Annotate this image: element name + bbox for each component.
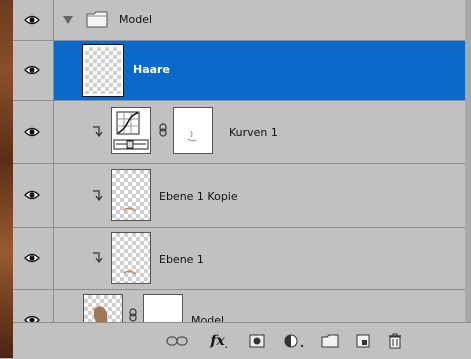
link-chain-icon[interactable] bbox=[129, 308, 137, 322]
layer-thumbnail[interactable] bbox=[82, 44, 124, 97]
eye-icon bbox=[24, 15, 40, 25]
clipping-arrow-icon bbox=[93, 190, 103, 201]
triangle-down-icon[interactable] bbox=[63, 16, 73, 24]
layer-row-model[interactable]: Model bbox=[13, 290, 471, 322]
eye-icon bbox=[24, 190, 40, 200]
layer-mask-thumbnail[interactable] bbox=[173, 107, 213, 154]
eye-icon bbox=[24, 315, 40, 322]
layer-row-group-model[interactable]: Model bbox=[13, 0, 471, 41]
scrollbar[interactable] bbox=[465, 0, 471, 322]
adjustment-layer-icon[interactable] bbox=[281, 333, 307, 349]
layers-panel: Model Haare Kurven 1 Ebene 1 Kopie Ebene… bbox=[13, 0, 471, 359]
eye-icon bbox=[24, 253, 40, 263]
new-layer-icon[interactable] bbox=[353, 333, 373, 349]
layer-row-ebene[interactable]: Ebene 1 bbox=[13, 228, 471, 290]
trash-icon[interactable] bbox=[385, 333, 405, 349]
layer-row-ebene-kopie[interactable]: Ebene 1 Kopie bbox=[13, 164, 471, 228]
visibility-toggle[interactable] bbox=[13, 0, 54, 40]
eye-icon bbox=[24, 65, 40, 75]
layer-name: Model bbox=[119, 13, 153, 26]
layer-name: Model bbox=[191, 314, 225, 322]
layer-name: Ebene 1 bbox=[159, 253, 204, 266]
clipping-arrow-icon bbox=[93, 252, 103, 263]
fx-label: fx bbox=[210, 333, 225, 349]
layer-thumbnail[interactable] bbox=[111, 169, 151, 221]
layer-mask-thumbnail[interactable] bbox=[143, 294, 183, 322]
fx-button[interactable]: fx. bbox=[203, 333, 235, 350]
link-chain-icon[interactable] bbox=[159, 123, 167, 137]
layer-thumbnail[interactable] bbox=[111, 232, 151, 284]
visibility-toggle[interactable] bbox=[13, 41, 54, 100]
visibility-toggle[interactable] bbox=[13, 228, 54, 289]
visibility-toggle[interactable] bbox=[13, 101, 54, 163]
layer-row-kurven[interactable]: Kurven 1 bbox=[13, 101, 471, 164]
layers-toolbar: fx. bbox=[13, 322, 471, 359]
visibility-toggle[interactable] bbox=[13, 164, 54, 227]
add-mask-icon[interactable] bbox=[247, 333, 267, 349]
new-group-folder-icon[interactable] bbox=[319, 333, 341, 349]
layer-name: Kurven 1 bbox=[229, 126, 278, 139]
visibility-toggle[interactable] bbox=[13, 290, 54, 322]
eye-icon bbox=[24, 127, 40, 137]
layer-name: Haare bbox=[133, 63, 170, 76]
layer-thumbnail[interactable] bbox=[83, 294, 123, 322]
link-layers-icon[interactable] bbox=[165, 333, 189, 349]
folder-icon bbox=[86, 11, 108, 28]
layer-row-haare[interactable]: Haare bbox=[13, 41, 471, 101]
dropdown-dot: . bbox=[224, 340, 228, 350]
clipping-arrow-icon bbox=[93, 126, 103, 137]
curves-adjustment-icon[interactable] bbox=[111, 107, 151, 154]
layer-name: Ebene 1 Kopie bbox=[159, 190, 238, 203]
canvas-edge bbox=[0, 0, 13, 358]
